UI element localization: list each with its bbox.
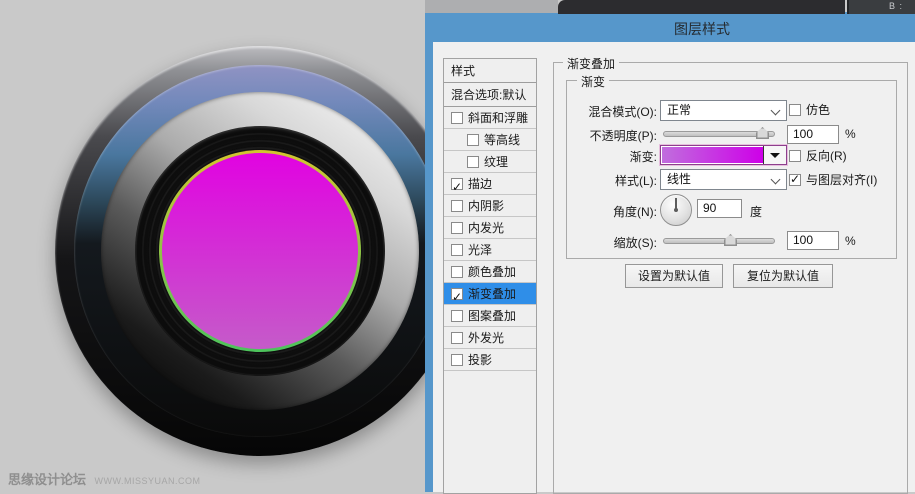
checkbox-icon[interactable] — [451, 199, 463, 212]
checkbox-icon[interactable] — [451, 265, 463, 278]
style-item-stroke[interactable]: 描边 — [444, 173, 536, 195]
dither-label: 仿色 — [806, 103, 831, 117]
checkbox-icon[interactable] — [789, 103, 801, 116]
styles-list-header: 样式 — [444, 59, 536, 83]
gradient-style-select[interactable]: 线性 — [660, 169, 787, 190]
chevron-down-icon — [770, 174, 781, 185]
scale-unit: % — [845, 234, 856, 248]
watermark-url: WWW.MISSYUAN.COM — [94, 476, 201, 486]
style-item-bevel-emboss[interactable]: 斜面和浮雕 — [444, 107, 536, 129]
angle-label: 角度(N): — [613, 205, 657, 219]
style-item-outer-glow[interactable]: 外发光 — [444, 327, 536, 349]
style-item-label: 颜色叠加 — [468, 264, 517, 279]
watermark: 思缘设计论坛 WWW.MISSYUAN.COM — [8, 469, 200, 489]
gradient-dropdown-arrow-icon[interactable] — [763, 146, 786, 164]
dialog-title: 图层样式 — [674, 21, 730, 37]
blend-mode-select[interactable]: 正常 — [660, 100, 787, 121]
dither-checkbox[interactable]: 仿色 — [789, 101, 830, 118]
opacity-unit: % — [845, 127, 856, 141]
style-item-label: 内发光 — [468, 220, 505, 235]
checkbox-icon[interactable] — [789, 172, 801, 186]
style-item-label: 光泽 — [468, 242, 493, 257]
checkbox-icon[interactable] — [467, 155, 479, 168]
scale-slider[interactable] — [663, 234, 775, 246]
opacity-label: 不透明度(P): — [589, 129, 657, 143]
checkbox-icon[interactable] — [789, 149, 801, 162]
style-item-label: 图案叠加 — [468, 308, 517, 323]
style-item-label: 斜面和浮雕 — [468, 110, 529, 125]
style-item-label: 描边 — [468, 176, 493, 191]
angle-center-dot-icon — [674, 208, 678, 212]
reset-default-button[interactable]: 复位为默认值 — [733, 264, 833, 288]
styles-list: 样式 混合选项:默认 斜面和浮雕 等高线 纹理 描边 内阴影 内发光 光泽 颜色… — [443, 58, 537, 494]
dialog-body: 样式 混合选项:默认 斜面和浮雕 等高线 纹理 描边 内阴影 内发光 光泽 颜色… — [433, 42, 915, 494]
style-item-label: 内阴影 — [468, 198, 505, 213]
style-item-inner-glow[interactable]: 内发光 — [444, 217, 536, 239]
checkbox-icon[interactable] — [451, 221, 463, 234]
opacity-input[interactable]: 100 — [787, 125, 839, 144]
checkbox-icon[interactable] — [451, 286, 463, 304]
style-item-contour[interactable]: 等高线 — [444, 129, 536, 151]
section-title: 渐变叠加 — [563, 55, 620, 72]
style-item-drop-shadow[interactable]: 投影 — [444, 349, 536, 371]
scale-input[interactable]: 100 — [787, 231, 839, 250]
checkbox-icon[interactable] — [451, 309, 463, 322]
gradient-style-label: 样式(L): — [614, 174, 657, 188]
blending-options-item[interactable]: 混合选项:默认 — [444, 83, 536, 107]
style-item-label: 外发光 — [468, 330, 505, 345]
reverse-checkbox[interactable]: 反向(R) — [789, 147, 847, 164]
style-item-inner-shadow[interactable]: 内阴影 — [444, 195, 536, 217]
style-item-satin[interactable]: 光泽 — [444, 239, 536, 261]
chrome-right-panel: B : — [847, 0, 915, 14]
angle-input[interactable]: 90 — [697, 199, 742, 218]
style-item-pattern-overlay[interactable]: 图案叠加 — [444, 305, 536, 327]
style-item-gradient-overlay[interactable]: 渐变叠加 — [444, 283, 536, 305]
gradient-picker[interactable] — [660, 145, 787, 165]
scale-label: 缩放(S): — [613, 236, 657, 250]
checkbox-icon[interactable] — [451, 111, 463, 124]
style-item-label: 等高线 — [484, 132, 521, 147]
set-default-button[interactable]: 设置为默认值 — [625, 264, 723, 288]
checkbox-icon[interactable] — [451, 353, 463, 366]
style-item-texture[interactable]: 纹理 — [444, 151, 536, 173]
gradient-style-value: 线性 — [667, 172, 692, 186]
reverse-label: 反向(R) — [806, 149, 847, 163]
layer-style-dialog: 图层样式 样式 混合选项:默认 斜面和浮雕 等高线 纹理 描边 内阴影 内发光 … — [425, 12, 915, 494]
checkbox-icon[interactable] — [451, 176, 463, 194]
chrome-gray-segment — [425, 0, 558, 13]
angle-dial[interactable] — [660, 194, 692, 226]
style-item-label: 渐变叠加 — [468, 286, 517, 301]
chevron-down-icon — [770, 105, 781, 116]
checkbox-icon[interactable] — [451, 331, 463, 344]
photoshop-top-chrome: B : — [425, 0, 915, 14]
style-item-label: 投影 — [468, 352, 493, 367]
gradient-swatch[interactable] — [662, 147, 763, 163]
group-title: 渐变 — [577, 73, 610, 90]
gradient-label: 渐变: — [629, 150, 657, 164]
blend-mode-label: 混合模式(O): — [588, 105, 657, 119]
angle-unit: 度 — [750, 205, 763, 219]
chrome-dark-tab — [558, 0, 845, 14]
lens-glass-ring — [159, 150, 361, 352]
style-item-color-overlay[interactable]: 颜色叠加 — [444, 261, 536, 283]
watermark-site: 思缘设计论坛 — [8, 472, 87, 487]
align-with-layer-label: 与图层对齐(I) — [806, 173, 878, 187]
dialog-titlebar[interactable]: 图层样式 — [425, 12, 915, 42]
blend-mode-value: 正常 — [667, 103, 692, 117]
checkbox-icon[interactable] — [451, 243, 463, 256]
checkbox-icon[interactable] — [467, 133, 479, 146]
opacity-slider[interactable] — [663, 127, 775, 139]
lens-glass — [162, 153, 358, 349]
style-item-label: 纹理 — [484, 154, 509, 169]
chrome-right-text: B : — [888, 1, 903, 11]
align-with-layer-checkbox[interactable]: 与图层对齐(I) — [789, 171, 877, 188]
